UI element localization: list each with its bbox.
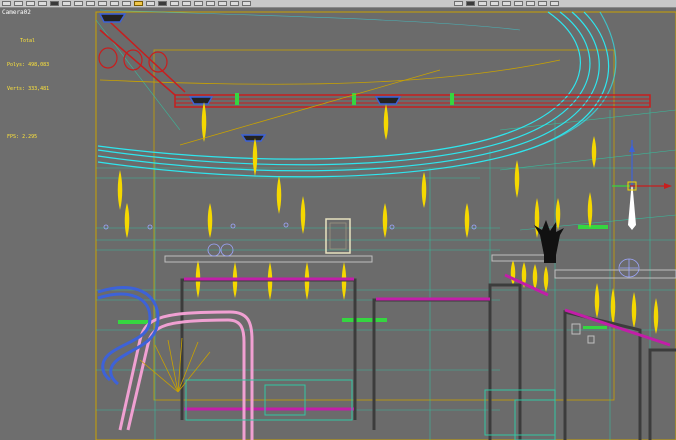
blue-pipe [97, 286, 160, 386]
decor-spheres [207, 243, 640, 278]
wireframe-scene[interactable] [0, 0, 676, 440]
viewport-window[interactable]: Camera02 Total Polys: 498,083 Verts: 333… [0, 0, 676, 440]
wall-shelf [164, 254, 676, 279]
green-markers [118, 93, 608, 329]
pink-pipe [118, 310, 254, 440]
ceiling-curve [97, 9, 617, 178]
light-rays [139, 69, 441, 393]
ceiling-lights [98, 13, 402, 142]
ceiling-beam [99, 21, 651, 108]
structural-frames [180, 278, 676, 440]
picture-frame [325, 218, 351, 254]
